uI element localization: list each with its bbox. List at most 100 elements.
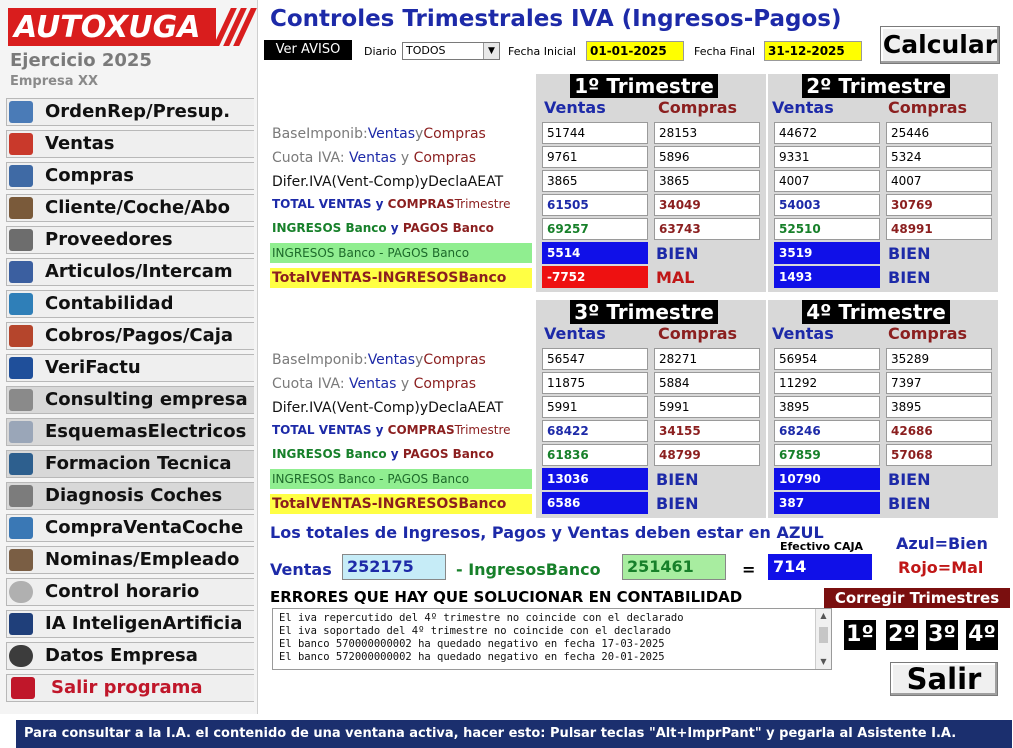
pagos-banco-field[interactable]: 48991 <box>886 218 992 240</box>
col-ventas: Ventas <box>772 98 834 117</box>
scroll-up-icon[interactable]: ▲ <box>816 609 831 623</box>
cuota-compras-field[interactable]: 5896 <box>654 146 760 168</box>
sidebar-item-verifactu[interactable]: VeriFactu <box>6 354 254 382</box>
sidebar-item-ordenrep[interactable]: OrdenRep/Presup. <box>6 98 254 126</box>
sidebar-item-formacion[interactable]: Formacion Tecnica <box>6 450 254 478</box>
total-compras-field[interactable]: 30769 <box>886 194 992 216</box>
banco-diff-field[interactable]: 3519 <box>774 242 880 264</box>
fecha-final-input[interactable]: 31-12-2025 <box>764 41 862 61</box>
decla-aeat-field[interactable]: 3865 <box>654 170 760 192</box>
errors-list[interactable]: El iva repercutido del 4º trimestre no c… <box>272 608 832 670</box>
sidebar-item-datos-empresa[interactable]: Datos Empresa <box>6 642 254 670</box>
difer-field[interactable]: 3865 <box>542 170 648 192</box>
ingresos-banco-field[interactable]: 69257 <box>542 218 648 240</box>
efectivo-caja-field[interactable]: 714 <box>768 554 872 580</box>
ingresos-banco-field[interactable]: 67859 <box>774 444 880 466</box>
total-ventas-field[interactable]: 54003 <box>774 194 880 216</box>
row-label-banco: INGRESOS Banco - PAGOS Banco <box>272 472 470 486</box>
base-ventas-field[interactable]: 51744 <box>542 122 648 144</box>
fecha-inicial-input[interactable]: 01-01-2025 <box>586 41 684 61</box>
totvi-diff-field[interactable]: -7752 <box>542 266 648 288</box>
pagos-banco-field[interactable]: 48799 <box>654 444 760 466</box>
banco-diff-field[interactable]: 13036 <box>542 468 648 490</box>
scroll-down-icon[interactable]: ▼ <box>816 655 831 669</box>
pagos-banco-field[interactable]: 63743 <box>654 218 760 240</box>
total-ventas-field[interactable]: 68246 <box>774 420 880 442</box>
totvi-diff-field[interactable]: 1493 <box>774 266 880 288</box>
corregir-q1-button[interactable]: 1º <box>844 620 876 650</box>
difer-field[interactable]: 5991 <box>542 396 648 418</box>
base-ventas-field[interactable]: 56547 <box>542 348 648 370</box>
sidebar-item-ventas[interactable]: Ventas <box>6 130 254 158</box>
corregir-q2-button[interactable]: 2º <box>886 620 918 650</box>
cuota-ventas-field[interactable]: 11292 <box>774 372 880 394</box>
ingresos-total-field[interactable]: 251461 <box>622 554 726 580</box>
sidebar-item-nominas[interactable]: Nominas/Empleado <box>6 546 254 574</box>
total-compras-field[interactable]: 42686 <box>886 420 992 442</box>
cuota-ventas-field[interactable]: 9761 <box>542 146 648 168</box>
company-name: Empresa XX <box>10 74 99 89</box>
difer-field[interactable]: 4007 <box>774 170 880 192</box>
brand-logo: AUTOXUGA <box>8 8 257 46</box>
sidebar-item-salir[interactable]: Salir programa <box>6 674 254 702</box>
decla-aeat-field[interactable]: 5991 <box>654 396 760 418</box>
app-window: AUTOXUGA Ejercicio 2025 Empresa XX Orden… <box>0 0 1013 748</box>
sidebar-item-ia[interactable]: IA InteligenArtificia <box>6 610 254 638</box>
base-compras-field[interactable]: 28271 <box>654 348 760 370</box>
totvi-diff-field[interactable]: 387 <box>774 492 880 514</box>
sidebar-item-compras[interactable]: Compras <box>6 162 254 190</box>
total-compras-field[interactable]: 34155 <box>654 420 760 442</box>
articles-icon <box>9 261 33 283</box>
totvi-status: BIEN <box>656 494 699 513</box>
row-label-total-b: y <box>375 197 384 211</box>
errors-scrollbar[interactable]: ▲ ▼ <box>815 609 831 669</box>
decla-aeat-field[interactable]: 4007 <box>886 170 992 192</box>
row-label-difer: Difer.IVA(Vent-Comp)yDeclaAEAT <box>272 400 504 416</box>
corregir-q3-button[interactable]: 3º <box>926 620 958 650</box>
cuota-compras-field[interactable]: 7397 <box>886 372 992 394</box>
calcular-button[interactable]: Calcular <box>880 26 1000 64</box>
chevron-down-icon[interactable]: ▼ <box>483 43 499 59</box>
base-compras-field[interactable]: 25446 <box>886 122 992 144</box>
total-ventas-field[interactable]: 68422 <box>542 420 648 442</box>
car-diagnosis-icon <box>9 485 33 507</box>
ingresos-banco-field[interactable]: 61836 <box>542 444 648 466</box>
sidebar-item-articulos[interactable]: Articulos/Intercam <box>6 258 254 286</box>
banco-diff-field[interactable]: 10790 <box>774 468 880 490</box>
sidebar-item-diagnosis[interactable]: Diagnosis Coches <box>6 482 254 510</box>
total-ventas-field[interactable]: 61505 <box>542 194 648 216</box>
sidebar-item-control-horario[interactable]: Control horario <box>6 578 254 606</box>
base-compras-field[interactable]: 28153 <box>654 122 760 144</box>
totvi-diff-field[interactable]: 6586 <box>542 492 648 514</box>
sidebar-item-compraventa[interactable]: CompraVentaCoche <box>6 514 254 542</box>
total-compras-field[interactable]: 34049 <box>654 194 760 216</box>
sidebar-item-cliente[interactable]: Cliente/Coche/Abo <box>6 194 254 222</box>
row-label-cuota-b: Ventas <box>349 376 397 392</box>
clock-icon <box>9 581 33 603</box>
row-label-base-a: BaseImponib: <box>272 126 368 142</box>
sidebar-item-contabilidad[interactable]: Contabilidad <box>6 290 254 318</box>
ver-aviso-button[interactable]: Ver AVISO <box>264 40 352 60</box>
ingresos-banco-field[interactable]: 52510 <box>774 218 880 240</box>
cuota-ventas-field[interactable]: 9331 <box>774 146 880 168</box>
base-compras-field[interactable]: 35289 <box>886 348 992 370</box>
sidebar-item-esquemas[interactable]: EsquemasElectricos <box>6 418 254 446</box>
base-ventas-field[interactable]: 56954 <box>774 348 880 370</box>
cuota-compras-field[interactable]: 5324 <box>886 146 992 168</box>
base-ventas-field[interactable]: 44672 <box>774 122 880 144</box>
cuota-ventas-field[interactable]: 11875 <box>542 372 648 394</box>
sidebar-item-proveedores[interactable]: Proveedores <box>6 226 254 254</box>
scroll-thumb[interactable] <box>819 627 828 643</box>
pagos-banco-field[interactable]: 57068 <box>886 444 992 466</box>
sidebar-item-cobros[interactable]: Cobros/Pagos/Caja <box>6 322 254 350</box>
row-label-ingresos: INGRESOS Banco y PAGOS Banco <box>272 221 494 235</box>
ventas-total-field[interactable]: 252175 <box>342 554 446 580</box>
sidebar-item-consulting[interactable]: Consulting empresa <box>6 386 254 414</box>
corregir-q4-button[interactable]: 4º <box>966 620 998 650</box>
diario-select[interactable]: TODOS ▼ <box>402 42 500 60</box>
banco-diff-field[interactable]: 5514 <box>542 242 648 264</box>
salir-button[interactable]: Salir <box>890 662 998 696</box>
difer-field[interactable]: 3895 <box>774 396 880 418</box>
decla-aeat-field[interactable]: 3895 <box>886 396 992 418</box>
cuota-compras-field[interactable]: 5884 <box>654 372 760 394</box>
